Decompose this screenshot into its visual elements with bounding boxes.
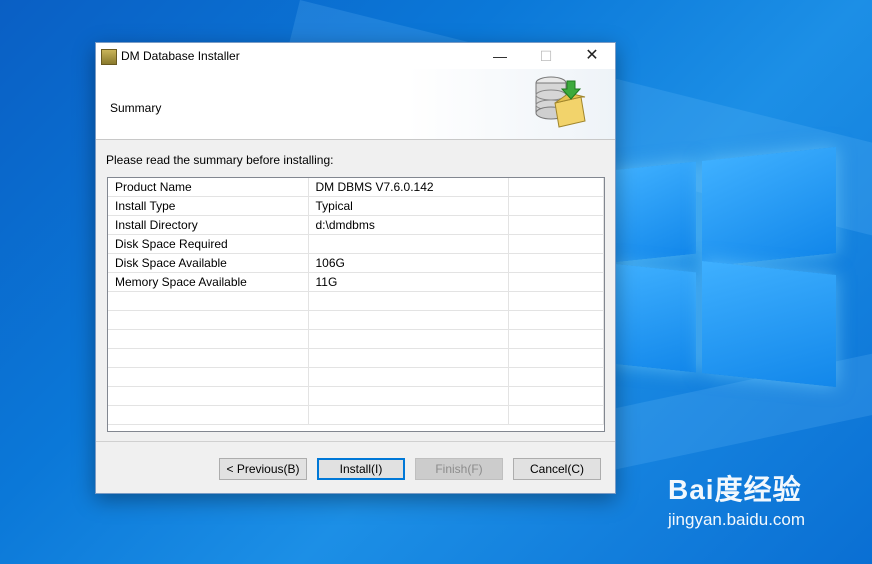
property-value-cell: d:\dmdbms: [308, 215, 509, 235]
property-name-cell: [108, 329, 309, 349]
window-title: DM Database Installer: [121, 49, 240, 63]
property-name-cell: Install Directory: [108, 215, 309, 235]
property-name-cell: [108, 405, 309, 425]
property-name-cell: [108, 367, 309, 387]
property-value-cell: [308, 291, 509, 311]
table-row: Memory Space Available 11G: [108, 272, 604, 292]
extra-cell: [508, 272, 604, 292]
title-bar[interactable]: DM Database Installer — ☐ ✕: [96, 43, 615, 69]
close-icon[interactable]: ✕: [569, 43, 615, 69]
table-row: [108, 329, 604, 349]
windows-logo: [612, 140, 842, 400]
extra-cell: [508, 329, 604, 349]
property-name-cell: [108, 386, 309, 406]
watermark: Bai度经验 jingyan.baidu.com: [668, 468, 838, 530]
property-value-cell: 11G: [308, 272, 509, 292]
extra-cell: [508, 234, 604, 254]
property-name-cell: Disk Space Available: [108, 253, 309, 273]
table-row: [108, 310, 604, 330]
property-name-cell: [108, 348, 309, 368]
property-value-cell: [308, 310, 509, 330]
summary-table[interactable]: Product Name DM DBMS V7.6.0.142 Install Ty…: [107, 177, 605, 432]
extra-cell: [508, 178, 604, 197]
extra-cell: [508, 405, 604, 425]
table-row: Disk Space Available 106G: [108, 253, 604, 273]
install-button[interactable]: Install(I): [317, 458, 405, 480]
table-row: Install Directory d:\dmdbms: [108, 215, 604, 235]
property-value-cell: [308, 234, 509, 254]
extra-cell: [508, 348, 604, 368]
installer-window: DM Database Installer — ☐ ✕ Summary Plea…: [95, 42, 616, 494]
property-value-cell: [308, 405, 509, 425]
wizard-body: Please read the summary before installin…: [96, 140, 615, 441]
property-value-cell: [308, 367, 509, 387]
summary-prompt: Please read the summary before installin…: [106, 153, 334, 167]
table-row: Product Name DM DBMS V7.6.0.142: [108, 178, 604, 197]
property-name-cell: Memory Space Available: [108, 272, 309, 292]
property-value-cell: Typical: [308, 196, 509, 216]
property-name-cell: [108, 310, 309, 330]
property-name-cell: Disk Space Required: [108, 234, 309, 254]
property-name-cell: Install Type: [108, 196, 309, 216]
property-value-cell: [308, 386, 509, 406]
property-value-cell: [308, 329, 509, 349]
database-install-icon: [535, 76, 586, 128]
table-row: Install Type Typical: [108, 196, 604, 216]
wizard-header: Summary: [96, 69, 615, 140]
wizard-footer: < Previous(B) Install(I) Finish(F) Cance…: [96, 441, 615, 494]
extra-cell: [508, 367, 604, 387]
property-value-cell: DM DBMS V7.6.0.142: [308, 178, 509, 197]
extra-cell: [508, 386, 604, 406]
table-row: Disk Space Required: [108, 234, 604, 254]
previous-button[interactable]: < Previous(B): [219, 458, 307, 480]
extra-cell: [508, 291, 604, 311]
table-row: [108, 348, 604, 368]
watermark-logo: Bai度经验: [668, 474, 802, 505]
extra-cell: [508, 196, 604, 216]
maximize-icon: ☐: [539, 48, 553, 64]
extra-cell: [508, 310, 604, 330]
app-icon: [101, 49, 117, 65]
page-title: Summary: [110, 101, 162, 115]
property-name-cell: Product Name: [108, 178, 309, 197]
property-value-cell: 106G: [308, 253, 509, 273]
cancel-button[interactable]: Cancel(C): [513, 458, 601, 480]
extra-cell: [508, 253, 604, 273]
finish-button: Finish(F): [415, 458, 503, 480]
table-row: [108, 405, 604, 425]
table-row: [108, 386, 604, 406]
watermark-url: jingyan.baidu.com: [668, 510, 806, 529]
table-row: [108, 291, 604, 311]
property-value-cell: [308, 348, 509, 368]
property-name-cell: [108, 291, 309, 311]
minimize-icon[interactable]: —: [477, 43, 523, 69]
table-row: [108, 367, 604, 387]
extra-cell: [508, 215, 604, 235]
